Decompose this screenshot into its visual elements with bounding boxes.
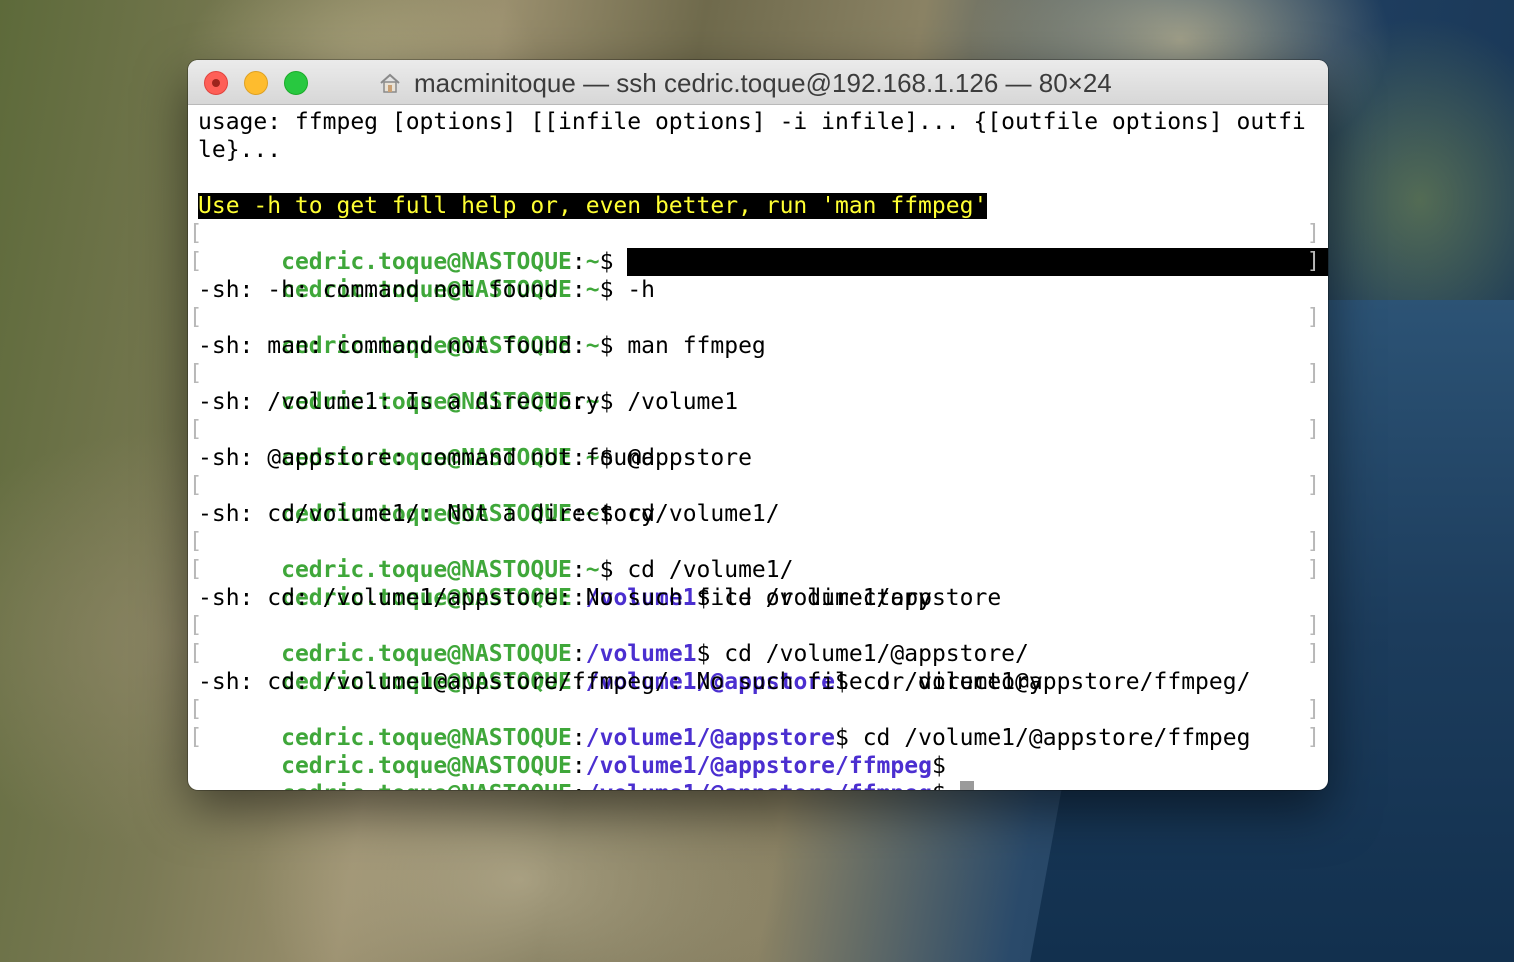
prompt-user: cedric.toque@NASTOQUE bbox=[281, 781, 572, 790]
prompt-line: [cedric.toque@NASTOQUE:/volume1/@appstor… bbox=[189, 696, 1320, 751]
help-hint-highlight: Use -h to get full help or, even better,… bbox=[198, 193, 988, 219]
mark-bracket-right: ] bbox=[1306, 249, 1320, 274]
mark-bracket-left: [ bbox=[189, 641, 203, 666]
usage-line-1: usage: ffmpeg [options] [[infile options… bbox=[198, 108, 1318, 136]
mark-bracket-right: ] bbox=[1306, 529, 1320, 554]
mark-bracket-left: [ bbox=[189, 697, 203, 722]
output-line: -sh: cd: /volume1/appstore: No such file… bbox=[198, 584, 1318, 612]
output-text: -sh: cd: /volume1@appstore/ffmpeg/: No s… bbox=[198, 669, 1043, 695]
mark-bracket-left: [ bbox=[189, 473, 203, 498]
mark-bracket-left: [ bbox=[189, 613, 203, 638]
output-line: -sh: man: command not found bbox=[198, 332, 1318, 360]
mark-bracket-left: [ bbox=[189, 249, 203, 274]
output-line: -sh: cd: /volume1@appstore/ffmpeg/: No s… bbox=[198, 668, 1318, 696]
output-text: -sh: @appstore: command not found bbox=[198, 445, 655, 471]
prompt-path: /volume1/@appstore/ffmpeg bbox=[586, 781, 932, 790]
prompt-line: [cedric.toque@NASTOQUE:/volume1$ cd /vol… bbox=[189, 612, 1320, 667]
prompt-line: [cedric.toque@NASTOQUE:~$ cd/volume1/] bbox=[189, 472, 1320, 527]
mark-bracket-left: [ bbox=[189, 221, 203, 246]
output-text: -sh: -h: command not found bbox=[198, 277, 559, 303]
mark-bracket-right: ] bbox=[1306, 221, 1320, 246]
window-title: macminitoque — ssh cedric.toque@192.168.… bbox=[414, 67, 1112, 98]
terminal-output[interactable]: usage: ffmpeg [options] [[infile options… bbox=[189, 108, 1328, 790]
mark-bracket-right: ] bbox=[1306, 557, 1320, 582]
output-line: -sh: cd/volume1/: Not a directory bbox=[198, 500, 1318, 528]
prompt-line: [cedric.toque@NASTOQUE:~$ man ffmpeg] bbox=[189, 304, 1320, 359]
output-text: -sh: cd: /volume1/appstore: No such file… bbox=[198, 585, 932, 611]
mark-bracket-right: ] bbox=[1306, 361, 1320, 386]
mark-bracket-left: [ bbox=[189, 529, 203, 554]
mark-bracket-right: ] bbox=[1306, 473, 1320, 498]
output-text: -sh: man: command not found bbox=[198, 333, 572, 359]
prompt-line: [cedric.toque@NASTOQUE:/volume1$ cd /vol… bbox=[189, 556, 1320, 611]
mark-bracket-right: ] bbox=[1306, 725, 1320, 750]
prompt-line: [cedric.toque@NASTOQUE:~$ @appstore] bbox=[189, 416, 1320, 471]
prompt-colon: : bbox=[572, 781, 586, 790]
prompt-line: [cedric.toque@NASTOQUE:~$ ] bbox=[189, 220, 1328, 276]
prompt-dollar: $ bbox=[932, 781, 946, 790]
mark-bracket-left: [ bbox=[189, 417, 203, 442]
mark-bracket-left: [ bbox=[189, 557, 203, 582]
mark-bracket-right: ] bbox=[1306, 697, 1320, 722]
mark-bracket-left: [ bbox=[189, 305, 203, 330]
minimize-button[interactable] bbox=[244, 71, 268, 95]
title-bar[interactable]: macminitoque — ssh cedric.toque@192.168.… bbox=[188, 60, 1328, 105]
prompt-line: [cedric.toque@NASTOQUE:~$ /volume1] bbox=[189, 360, 1320, 415]
mark-bracket-right: ] bbox=[1306, 641, 1320, 666]
mark-bracket-right: ] bbox=[1306, 417, 1320, 442]
output-line: -sh: @appstore: command not found bbox=[198, 444, 1318, 472]
mark-bracket-left: [ bbox=[189, 725, 203, 750]
text-cursor[interactable] bbox=[959, 781, 974, 790]
output-text: -sh: cd/volume1/: Not a directory bbox=[198, 501, 655, 527]
terminal-window[interactable]: macminitoque — ssh cedric.toque@192.168.… bbox=[188, 60, 1328, 790]
prompt-line: [cedric.toque@NASTOQUE:~$ cd /volume1/] bbox=[189, 528, 1320, 583]
active-prompt-line[interactable]: cedric.toque@NASTOQUE:/volume1/@appstore… bbox=[198, 752, 1318, 790]
mark-bracket-left: [ bbox=[189, 361, 203, 386]
output-text: usage: ffmpeg [options] [[infile options… bbox=[198, 109, 1306, 135]
output-line: -sh: -h: command not found bbox=[198, 276, 1318, 304]
output-line: -sh: /volume1: Is a directory bbox=[198, 388, 1318, 416]
usage-line-2: le}... bbox=[198, 136, 1318, 164]
help-hint-line: Use -h to get full help or, even better,… bbox=[198, 192, 1318, 220]
window-title-group: macminitoque — ssh cedric.toque@192.168.… bbox=[378, 68, 1112, 98]
output-text: -sh: /volume1: Is a directory bbox=[198, 389, 600, 415]
output-text: le}... bbox=[198, 137, 282, 163]
prompt-line: [cedric.toque@NASTOQUE:/volume1/@appstor… bbox=[189, 724, 1320, 779]
zoom-button[interactable] bbox=[284, 71, 308, 95]
prompt-line: [cedric.toque@NASTOQUE:/volume1/@appstor… bbox=[189, 640, 1320, 695]
mark-bracket-right: ] bbox=[1306, 305, 1320, 330]
close-button[interactable] bbox=[204, 71, 228, 95]
mark-bracket-right: ] bbox=[1306, 613, 1320, 638]
home-icon bbox=[380, 73, 400, 93]
prompt-line: [cedric.toque@NASTOQUE:~$ -h] bbox=[189, 248, 1320, 303]
